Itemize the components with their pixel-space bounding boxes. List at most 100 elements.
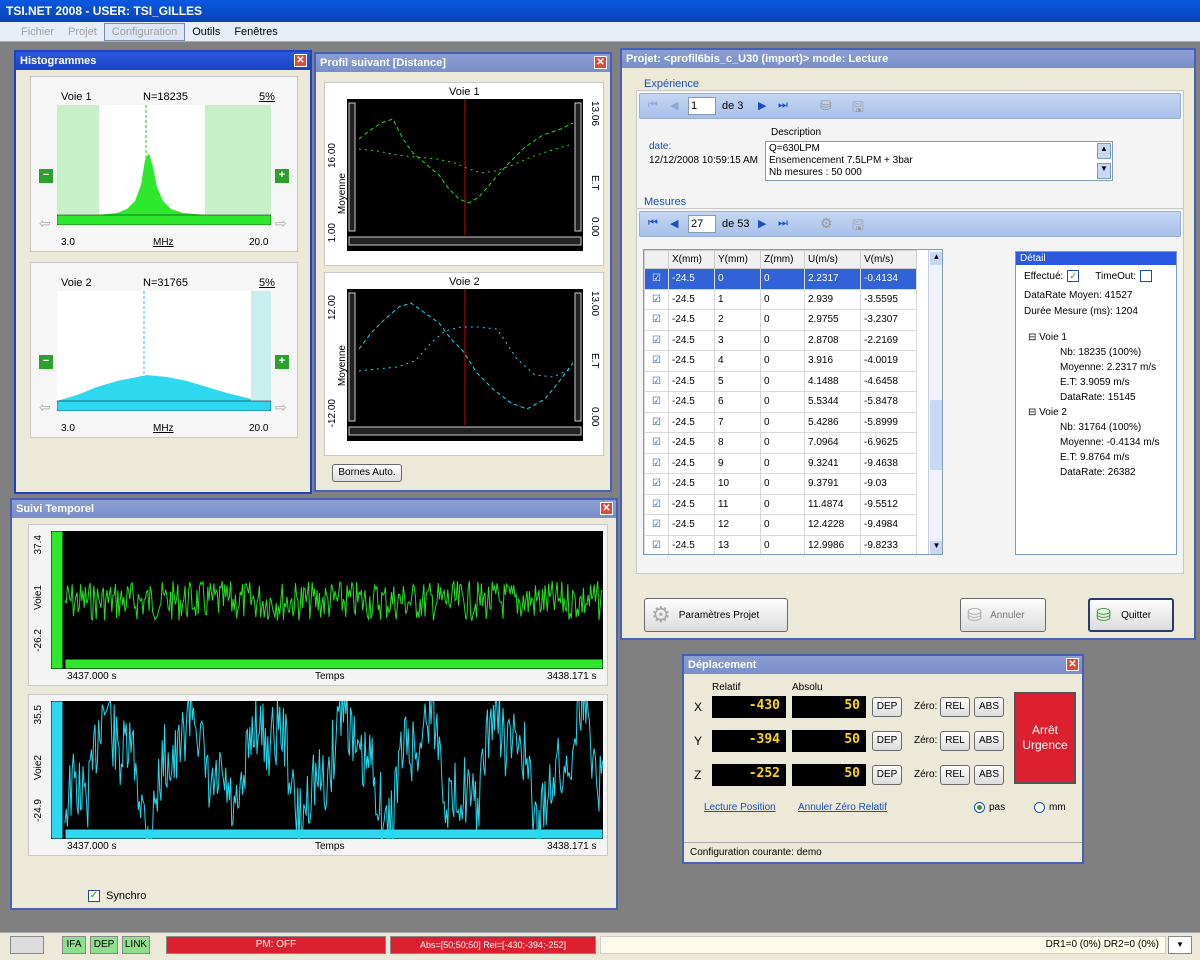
minus-icon[interactable]: −	[39, 355, 53, 369]
radio-pas[interactable]: pas	[974, 802, 1005, 813]
radio-mm-icon[interactable]	[1034, 802, 1045, 813]
first-record-icon[interactable]: ⏮	[648, 99, 658, 112]
collapse-icon[interactable]: ⊟	[1028, 407, 1036, 418]
plus-icon[interactable]: +	[275, 169, 289, 183]
collapse-icon[interactable]: ⊟	[1028, 332, 1036, 343]
next-record-icon[interactable]: ▶	[758, 99, 766, 112]
table-row[interactable]: ☑ -24.5 13 0 12.9986 -9.8233	[644, 534, 917, 554]
row-checkbox[interactable]: ☑	[644, 534, 669, 554]
database-icon[interactable]: ⛁	[820, 97, 832, 114]
dep-button[interactable]: DEP	[872, 731, 902, 751]
rel-button[interactable]: REL	[940, 731, 970, 751]
row-checkbox[interactable]: ☑	[644, 288, 669, 310]
annuler-button[interactable]: ⛁ Annuler	[960, 598, 1046, 632]
save-icon[interactable]: 🖫	[852, 97, 864, 121]
parametres-projet-button[interactable]: ⚙ Paramètres Projet	[644, 598, 788, 632]
table-row[interactable]: ☑ -24.5 12 0 12.4228 -9.4984	[644, 514, 917, 536]
close-icon[interactable]: ✕	[594, 56, 607, 69]
table-row[interactable]: ☑ -24.5 5 0 4.1488 -4.6458	[644, 370, 917, 392]
effectue-checkbox[interactable]: ✓	[1067, 270, 1080, 282]
table-row[interactable]: ☑ -24.5 7 0 5.4286 -5.8999	[644, 411, 917, 433]
table-row[interactable]: ☑ -24.5 10 0 9.3791 -9.03	[644, 473, 917, 495]
plus-icon[interactable]: +	[275, 355, 289, 369]
menu-outils[interactable]: Outils	[185, 24, 227, 40]
row-checkbox[interactable]: ☑	[644, 268, 669, 290]
scroll-up-icon[interactable]: ▲	[1097, 143, 1111, 159]
table-row[interactable]: ☑ -24.5 1 0 2.939 -3.5595	[644, 288, 917, 310]
row-checkbox[interactable]: ☑	[644, 473, 669, 495]
timeout-checkbox[interactable]	[1140, 270, 1153, 282]
table-row[interactable]: ☑ -24.5 4 0 3.916 -4.0019	[644, 350, 917, 372]
close-icon[interactable]: ✕	[600, 502, 613, 515]
menu-configuration[interactable]: Configuration	[103, 22, 186, 41]
scroll-thumb[interactable]	[930, 400, 942, 470]
dep-button[interactable]: DEP	[872, 765, 902, 785]
tree-node-voie1[interactable]: ⊟ Voie 1	[1028, 330, 1160, 345]
table-row[interactable]: ☑ -24.5 0 0 2.2317 -0.4134	[644, 268, 917, 290]
mesures-current-input[interactable]: 27	[688, 215, 716, 233]
column-header[interactable]: V(m/s)	[860, 250, 917, 269]
scroll-down-icon[interactable]: ▼	[1097, 163, 1111, 179]
menu-fenetres[interactable]: Fenêtres	[227, 24, 284, 40]
row-checkbox[interactable]: ☑	[644, 350, 669, 372]
menu-projet[interactable]: Projet	[61, 24, 104, 40]
table-row[interactable]: ☑ -24.5 8 0 7.0964 -6.9625	[644, 432, 917, 454]
minus-icon[interactable]: −	[39, 169, 53, 183]
column-header[interactable]: X(mm)	[668, 250, 715, 269]
close-icon[interactable]: ✕	[294, 54, 307, 67]
experience-current-input[interactable]: 1	[688, 97, 716, 115]
table-row[interactable]: ☑ -24.5 6 0 5.5344 -5.8478	[644, 391, 917, 413]
arrow-right-icon[interactable]: ⇨	[275, 399, 287, 416]
row-checkbox[interactable]: ☑	[644, 370, 669, 392]
synchro-checkbox-row[interactable]: ✓ Synchro	[88, 890, 146, 902]
row-checkbox[interactable]: ☑	[644, 514, 669, 536]
histogram-voie1-pct[interactable]: 5%	[259, 91, 275, 103]
rel-button[interactable]: REL	[940, 765, 970, 785]
table-row[interactable]: ☑ -24.5 11 0 11.4874 -9.5512	[644, 493, 917, 515]
row-checkbox[interactable]: ☑	[644, 309, 669, 331]
first-record-icon[interactable]: ⏮	[648, 217, 658, 230]
close-icon[interactable]: ✕	[1066, 658, 1079, 671]
synchro-checkbox[interactable]: ✓	[88, 890, 100, 902]
next-record-icon[interactable]: ▶	[758, 217, 766, 230]
column-header[interactable]: Z(mm)	[760, 250, 805, 269]
row-checkbox[interactable]: ☑	[644, 493, 669, 515]
dropdown-icon[interactable]: ▼	[1168, 936, 1192, 954]
scroll-up-icon[interactable]: ▲	[930, 252, 942, 265]
radio-mm[interactable]: mm	[1034, 802, 1066, 813]
abs-button[interactable]: ABS	[974, 697, 1004, 717]
scroll-down-icon[interactable]: ▼	[930, 541, 942, 554]
gear-icon[interactable]: ⚙	[820, 215, 833, 232]
column-header[interactable]: U(m/s)	[804, 250, 861, 269]
last-record-icon[interactable]: ⏭	[778, 217, 788, 230]
arrow-left-icon[interactable]: ⇦	[39, 399, 51, 416]
histogram-voie2-pct[interactable]: 5%	[259, 277, 275, 289]
bornes-auto-button[interactable]: Bornes Auto.	[332, 464, 402, 482]
row-checkbox[interactable]: ☑	[644, 391, 669, 413]
quitter-button[interactable]: ⛁ Quitter	[1088, 598, 1174, 632]
table-scrollbar[interactable]: ▲ ▼	[928, 250, 942, 554]
row-checkbox[interactable]: ☑	[644, 432, 669, 454]
rel-button[interactable]: REL	[940, 697, 970, 717]
last-record-icon[interactable]: ⏭	[778, 99, 788, 112]
table-row[interactable]: ☑ -24.5 2 0 2.9755 -3.2307	[644, 309, 917, 331]
row-checkbox[interactable]: ☑	[644, 329, 669, 351]
abs-button[interactable]: ABS	[974, 731, 1004, 751]
description-field[interactable]: Q=630LPM Ensemencement 7.5LPM + 3bar Nb …	[765, 141, 1113, 181]
row-checkbox[interactable]: ☑	[644, 411, 669, 433]
save-icon[interactable]: 🖫	[852, 215, 864, 239]
row-checkbox[interactable]: ☑	[644, 452, 669, 474]
prev-record-icon[interactable]: ◀	[670, 99, 678, 112]
prev-record-icon[interactable]: ◀	[670, 217, 678, 230]
tree-node-voie2[interactable]: ⊟ Voie 2	[1028, 405, 1160, 420]
dep-button[interactable]: DEP	[872, 697, 902, 717]
radio-pas-icon[interactable]	[974, 802, 985, 813]
lecture-position-link[interactable]: Lecture Position	[704, 802, 776, 813]
annuler-zero-relatif-link[interactable]: Annuler Zéro Relatif	[798, 802, 887, 813]
abs-button[interactable]: ABS	[974, 765, 1004, 785]
arret-urgence-button[interactable]: Arrêt Urgence	[1014, 692, 1076, 784]
arrow-right-icon[interactable]: ⇨	[275, 215, 287, 232]
table-row[interactable]: ☑ -24.5 9 0 9.3241 -9.4638	[644, 452, 917, 474]
column-header[interactable]: Y(mm)	[714, 250, 761, 269]
arrow-left-icon[interactable]: ⇦	[39, 215, 51, 232]
